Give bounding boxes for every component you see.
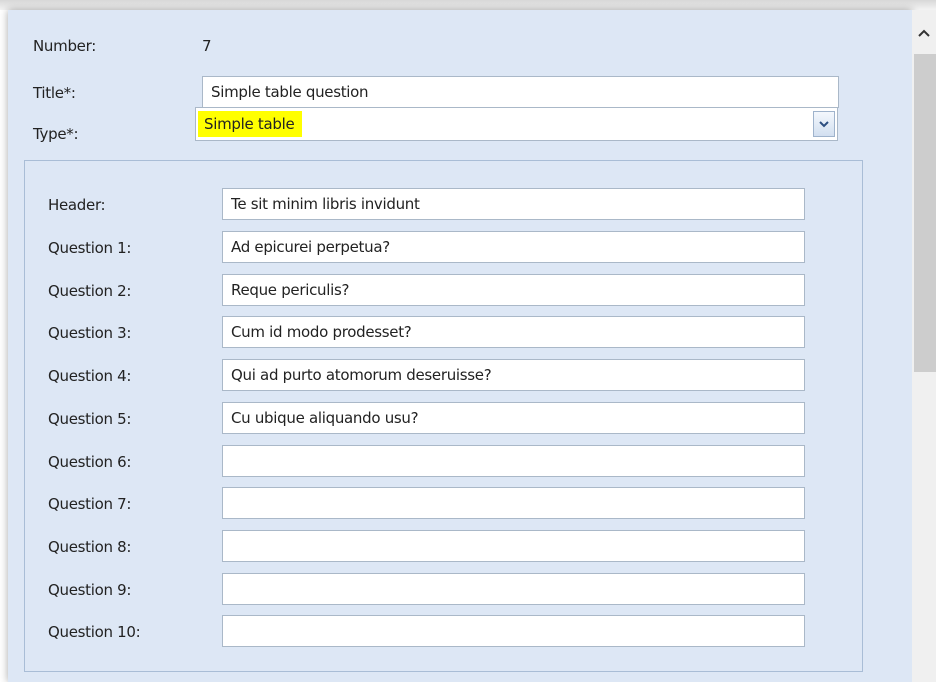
question-input[interactable] bbox=[222, 445, 805, 477]
question-input[interactable] bbox=[222, 487, 805, 519]
question-input[interactable] bbox=[222, 231, 805, 263]
scrollbar-thumb[interactable] bbox=[914, 54, 936, 372]
question-label: Question 1: bbox=[48, 239, 132, 257]
question-input[interactable] bbox=[222, 402, 805, 434]
title-label: Title*: bbox=[33, 84, 76, 102]
top-shadow bbox=[0, 0, 936, 10]
question-label: Question 3: bbox=[48, 324, 132, 342]
type-dropdown-button[interactable] bbox=[813, 111, 835, 137]
question-label: Question 5: bbox=[48, 410, 132, 428]
question-input[interactable] bbox=[222, 316, 805, 348]
question-input[interactable] bbox=[222, 530, 805, 562]
number-label: Number: bbox=[33, 37, 96, 55]
scroll-up-button[interactable] bbox=[912, 18, 936, 48]
question-label: Question 10: bbox=[48, 623, 141, 641]
question-input[interactable] bbox=[222, 615, 805, 647]
question-label: Question 7: bbox=[48, 495, 132, 513]
question-input[interactable] bbox=[222, 573, 805, 605]
question-label: Question 4: bbox=[48, 367, 132, 385]
question-label: Question 6: bbox=[48, 453, 132, 471]
type-label: Type*: bbox=[33, 125, 79, 143]
title-input[interactable] bbox=[202, 76, 839, 108]
header-input[interactable] bbox=[222, 188, 805, 220]
chevron-up-icon bbox=[918, 29, 930, 37]
question-input[interactable] bbox=[222, 359, 805, 391]
question-label: Question 8: bbox=[48, 538, 132, 556]
question-input[interactable] bbox=[222, 274, 805, 306]
question-label: Question 9: bbox=[48, 581, 132, 599]
type-select[interactable]: Simple table bbox=[195, 107, 838, 141]
number-value: 7 bbox=[202, 37, 212, 55]
header-label: Header: bbox=[48, 196, 106, 214]
chevron-down-icon bbox=[819, 121, 829, 128]
type-select-value: Simple table bbox=[198, 111, 303, 137]
question-label: Question 2: bbox=[48, 282, 132, 300]
